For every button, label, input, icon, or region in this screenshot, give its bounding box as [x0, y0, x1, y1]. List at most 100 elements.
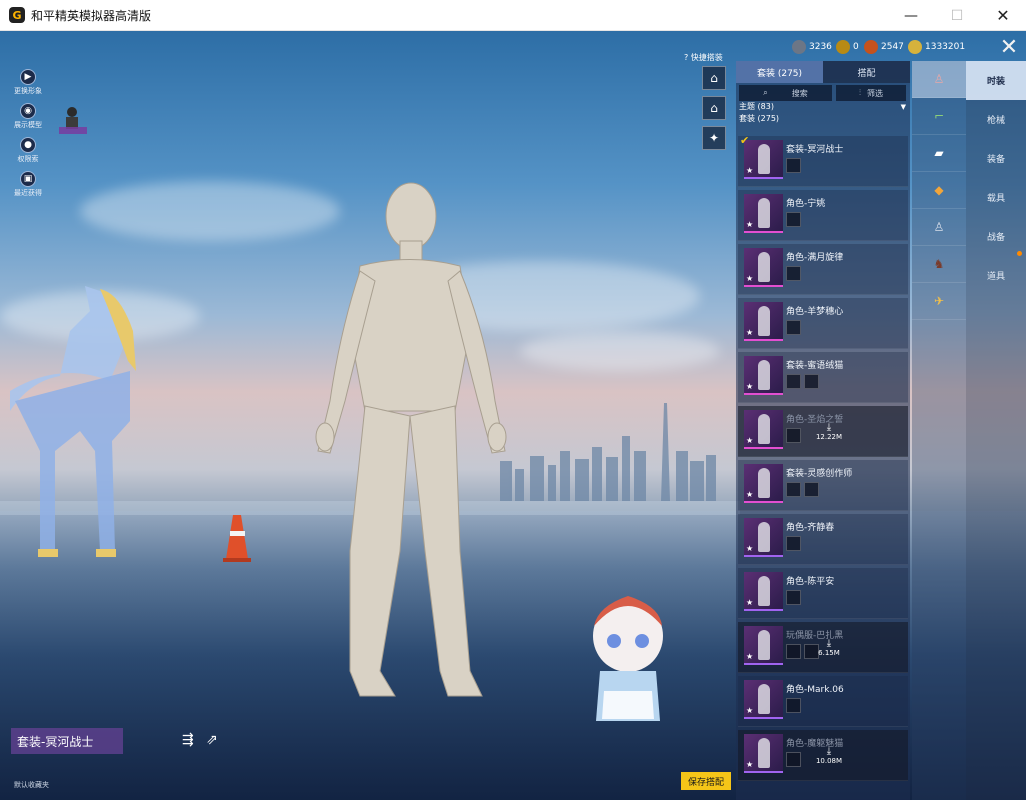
slot-column: ♙ ⌐ ▰ ◆ ♙ ♞ ✈: [912, 61, 966, 800]
eye-icon: ◉: [20, 103, 36, 119]
list-item[interactable]: ★ 角色-魔躯魅猫 ⤓ 10.08M: [738, 730, 908, 781]
close-window-button[interactable]: ✕: [980, 0, 1026, 31]
list-item[interactable]: ★ 角色-圣焰之誓 ⤓ 12.22M: [738, 406, 908, 457]
star-icon: ★: [746, 706, 754, 715]
item-thumbnail: ★: [744, 518, 783, 557]
star-icon: ★: [746, 760, 754, 769]
export-icon[interactable]: ⇗: [206, 733, 224, 747]
quick-slot-button[interactable]: ⌂: [702, 96, 726, 120]
item-thumbnail: ★: [744, 248, 783, 287]
favorite-share-icon[interactable]: ⇶: [182, 733, 200, 747]
item-part-icon: [786, 698, 801, 713]
pet-icon: ♞: [933, 257, 945, 271]
slot-figure-small[interactable]: ♙: [912, 209, 966, 246]
item-name: 角色-Mark.06: [786, 685, 844, 695]
caret-down-icon: ▼: [900, 103, 906, 111]
item-thumbnail: ★: [744, 356, 783, 395]
permission-tool[interactable]: ● 权限索: [8, 137, 48, 164]
assistant-avatar[interactable]: [57, 105, 89, 135]
list-item[interactable]: ★ 角色-宁姚: [738, 190, 908, 241]
crystal-horse: [10, 286, 136, 557]
list-item[interactable]: ★ 套装-蜜语绒猫: [738, 352, 908, 403]
search-input[interactable]: ⌕ 搜索: [739, 85, 832, 101]
maximize-button[interactable]: ☐: [934, 0, 980, 31]
bag-icon: ◆: [934, 183, 944, 197]
item-thumbnail: ★: [744, 572, 783, 611]
star-icon: ★: [746, 490, 754, 499]
download-size: 10.08M: [815, 757, 843, 765]
nav-guns[interactable]: 枪械: [966, 100, 1026, 139]
item-thumbnail: ★: [744, 464, 783, 503]
change-look-tool[interactable]: ▶ 更换形象: [8, 69, 48, 96]
left-toolbar: ▶ 更换形象 ◉ 展示模型 ● 权限索 ▣ 最近获得: [8, 69, 48, 205]
download-indicator[interactable]: ⤓ 6.15M: [814, 638, 844, 657]
traffic-cone: [223, 515, 251, 562]
mummy-character: [315, 182, 507, 697]
slot-figure[interactable]: ♙: [912, 61, 966, 98]
save-outfit-button[interactable]: 保存搭配: [681, 772, 731, 790]
item-name: 角色-羊梦穗心: [786, 307, 844, 317]
tab-match[interactable]: 搭配: [823, 61, 910, 83]
list-item[interactable]: ★ 角色-满月旋律: [738, 244, 908, 295]
item-name: 套装-蜜语绒猫: [786, 361, 844, 371]
star-icon: ★: [746, 652, 754, 661]
list-item[interactable]: ★ 玩偶服-巴扎黑 ⤓ 6.15M: [738, 622, 908, 673]
gun-icon: ⌐: [933, 109, 945, 123]
download-icon: ⤓: [826, 746, 832, 757]
item-part-icon: [786, 482, 801, 497]
nav-equipment[interactable]: 装备: [966, 139, 1026, 178]
doll-pet: [593, 596, 663, 721]
download-indicator[interactable]: ⤓ 10.08M: [814, 746, 844, 765]
figure-icon: [758, 630, 770, 660]
nav-props[interactable]: 道具: [966, 256, 1026, 295]
download-indicator[interactable]: ⤓ 12.22M: [814, 422, 844, 441]
list-item[interactable]: ★ 套装-冥河战士: [738, 136, 908, 187]
star-icon: ★: [746, 598, 754, 607]
category-nav: 时装 枪械 装备 载具 战备 道具: [966, 61, 1026, 800]
currency-coin: 0: [836, 40, 859, 54]
current-outfit-name: 套装-冥河战士: [11, 728, 123, 754]
slot-gun[interactable]: ⌐: [912, 98, 966, 135]
item-thumbnail: ★: [744, 410, 783, 449]
item-part-icon: [786, 212, 801, 227]
item-thumbnail: ★: [744, 734, 783, 773]
window-title: 和平精英模拟器高清版: [31, 8, 152, 23]
default-favorites-label[interactable]: 默认收藏夹: [14, 780, 49, 790]
nav-vehicles[interactable]: 载具: [966, 178, 1026, 217]
quick-slot-button[interactable]: ✦: [702, 126, 726, 150]
quick-guide-label[interactable]: ? 快捷搭装: [684, 52, 723, 63]
list-item[interactable]: ★ 套装-灵感创作师: [738, 460, 908, 511]
list-item[interactable]: ★ 角色-羊梦穗心: [738, 298, 908, 349]
download-size: 6.15M: [818, 649, 840, 657]
item-part-icon: [786, 536, 801, 551]
list-item[interactable]: ★ 角色-陈平安: [738, 568, 908, 619]
category-suit[interactable]: 套装 (275): [736, 113, 910, 125]
download-icon: ⤓: [826, 422, 832, 433]
slot-parachute[interactable]: ✈: [912, 283, 966, 320]
quick-slot-button[interactable]: ⌂: [702, 66, 726, 90]
item-thumbnail: ★: [744, 140, 783, 179]
figure-icon: [758, 468, 770, 498]
nav-fashion[interactable]: 时装: [966, 61, 1026, 100]
parachute-icon: ✈: [933, 294, 945, 308]
star-icon: ★: [746, 220, 754, 229]
slot-pet[interactable]: ♞: [912, 246, 966, 283]
slot-bullet[interactable]: ▰: [912, 135, 966, 172]
star-icon: ★: [746, 328, 754, 337]
download-size: 12.22M: [815, 433, 843, 441]
close-icon[interactable]: ✕: [993, 34, 1025, 60]
show-model-tool[interactable]: ◉ 展示模型: [8, 103, 48, 130]
recent-tool[interactable]: ▣ 最近获得: [8, 171, 48, 198]
list-item[interactable]: ★ 角色-齐静春: [738, 514, 908, 565]
figure-icon: [758, 360, 770, 390]
list-item[interactable]: ★ 角色-Mark.06: [738, 676, 908, 727]
item-part-icon: [786, 374, 801, 389]
slot-bag[interactable]: ◆: [912, 172, 966, 209]
minimize-button[interactable]: —: [888, 0, 934, 31]
avatar-figure-icon: [59, 107, 87, 134]
item-name: 角色-陈平安: [786, 577, 835, 587]
category-theme[interactable]: 主题 (83) ▼: [736, 101, 910, 113]
filter-button[interactable]: ⫶ 筛选: [836, 85, 906, 101]
nav-battle-prep[interactable]: 战备: [966, 217, 1026, 256]
tab-suits[interactable]: 套装 (275): [736, 61, 823, 83]
